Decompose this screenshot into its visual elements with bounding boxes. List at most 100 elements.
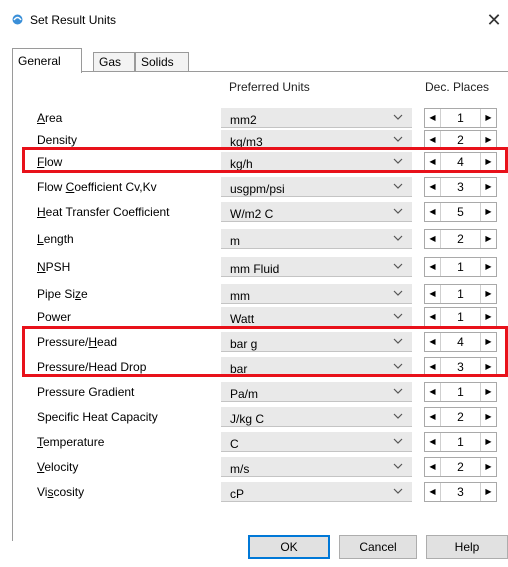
tab-general[interactable]: General	[12, 48, 82, 73]
dec-places-value[interactable]: 1	[440, 433, 481, 451]
left-arrow-icon[interactable]: ◀	[425, 203, 441, 221]
title-bar: Set Result Units ✕	[0, 0, 508, 38]
unit-dropdown[interactable]: W/m2 C	[221, 202, 412, 222]
unit-dropdown[interactable]: cP	[221, 482, 412, 502]
row-label: Velocity	[37, 460, 78, 474]
dec-places-value[interactable]: 1	[440, 109, 481, 127]
dec-places-value[interactable]: 2	[440, 230, 481, 248]
row-label-rest: emperature	[43, 435, 105, 449]
row-label-rest: ength	[43, 232, 74, 246]
unit-dropdown[interactable]: usgpm/psi	[221, 177, 412, 197]
row-label: Flow Coefficient Cv,Kv	[37, 180, 157, 194]
left-arrow-icon[interactable]: ◀	[425, 258, 441, 276]
right-arrow-icon[interactable]: ▶	[480, 383, 496, 401]
chevron-down-icon	[393, 204, 403, 221]
unit-row: NPSH mm Fluid ◀ 1 ▶	[0, 256, 508, 278]
dec-places-spinner: ◀ 2 ▶	[424, 407, 497, 427]
unit-value: cP	[230, 487, 245, 501]
unit-dropdown[interactable]: J/kg C	[221, 407, 412, 427]
dec-places-value[interactable]: 5	[440, 203, 481, 221]
right-arrow-icon[interactable]: ▶	[480, 178, 496, 196]
tab-solids[interactable]: Solids	[135, 52, 189, 72]
unit-value: usgpm/psi	[230, 182, 285, 196]
row-label-rest: rea	[45, 111, 63, 125]
chevron-down-icon	[393, 434, 403, 451]
left-arrow-icon[interactable]: ◀	[425, 308, 441, 326]
unit-row: Area mm2 ◀ 1 ▶	[0, 107, 508, 129]
right-arrow-icon[interactable]: ▶	[480, 483, 496, 501]
left-arrow-icon[interactable]: ◀	[425, 483, 441, 501]
row-label-rest: e	[81, 287, 88, 301]
right-arrow-icon[interactable]: ▶	[480, 203, 496, 221]
row-label: Specific Heat Capacity	[37, 410, 158, 424]
right-arrow-icon[interactable]: ▶	[480, 433, 496, 451]
row-label: NPSH	[37, 260, 70, 274]
unit-dropdown[interactable]: Watt	[221, 307, 412, 327]
dec-places-value[interactable]: 2	[440, 458, 481, 476]
unit-dropdown[interactable]: C	[221, 432, 412, 452]
unit-value: C	[230, 437, 239, 451]
dec-places-spinner: ◀ 1 ▶	[424, 307, 497, 327]
chevron-down-icon	[393, 309, 403, 326]
left-arrow-icon[interactable]: ◀	[425, 408, 441, 426]
row-label-rest: Pressure Gradient	[37, 385, 135, 399]
row-label: Heat Transfer Coefficient	[37, 205, 170, 219]
left-arrow-icon[interactable]: ◀	[425, 178, 441, 196]
unit-row: Power Watt ◀ 1 ▶	[0, 306, 508, 328]
dec-places-spinner: ◀ 3 ▶	[424, 177, 497, 197]
dec-places-spinner: ◀ 5 ▶	[424, 202, 497, 222]
dec-places-header: Dec. Places	[425, 80, 490, 94]
unit-value: Watt	[230, 312, 255, 326]
row-label-prefix: Vi	[37, 485, 48, 499]
unit-value: W/m2 C	[230, 207, 274, 221]
row-label-rest: Power	[37, 310, 72, 324]
unit-row: Viscosity cP ◀ 3 ▶	[0, 481, 508, 503]
right-arrow-icon[interactable]: ▶	[480, 458, 496, 476]
chevron-down-icon	[393, 231, 403, 248]
unit-row: Temperature C ◀ 1 ▶	[0, 431, 508, 453]
dec-places-value[interactable]: 1	[440, 285, 481, 303]
right-arrow-icon[interactable]: ▶	[480, 230, 496, 248]
dec-places-value[interactable]: 1	[440, 383, 481, 401]
dec-places-value[interactable]: 3	[440, 483, 481, 501]
tab-gas[interactable]: Gas	[93, 52, 135, 72]
dec-places-value[interactable]: 2	[440, 408, 481, 426]
unit-value: mm Fluid	[230, 262, 280, 276]
left-arrow-icon[interactable]: ◀	[425, 458, 441, 476]
row-label-accesskey: A	[37, 111, 46, 125]
unit-dropdown[interactable]: Pa/m	[221, 382, 412, 402]
chevron-down-icon	[393, 459, 403, 476]
left-arrow-icon[interactable]: ◀	[425, 230, 441, 248]
unit-dropdown[interactable]: m	[221, 229, 412, 249]
unit-dropdown[interactable]: mm Fluid	[221, 257, 412, 277]
window-title: Set Result Units	[30, 13, 117, 27]
chevron-down-icon	[393, 286, 403, 303]
right-arrow-icon[interactable]: ▶	[480, 109, 496, 127]
unit-dropdown[interactable]: m/s	[221, 457, 412, 477]
help-button[interactable]: Help	[426, 535, 508, 559]
unit-row: Velocity m/s ◀ 2 ▶	[0, 456, 508, 478]
dec-places-spinner: ◀ 1 ▶	[424, 108, 497, 128]
unit-row: Flow Coefficient Cv,Kv usgpm/psi ◀ 3 ▶	[0, 176, 508, 198]
dec-places-value[interactable]: 1	[440, 308, 481, 326]
dec-places-spinner: ◀ 1 ▶	[424, 257, 497, 277]
left-arrow-icon[interactable]: ◀	[425, 285, 441, 303]
right-arrow-icon[interactable]: ▶	[480, 258, 496, 276]
ok-button[interactable]: OK	[248, 535, 330, 559]
right-arrow-icon[interactable]: ▶	[480, 308, 496, 326]
left-arrow-icon[interactable]: ◀	[425, 383, 441, 401]
close-button[interactable]: ✕	[482, 8, 506, 32]
unit-value: Pa/m	[230, 387, 259, 401]
right-arrow-icon[interactable]: ▶	[480, 285, 496, 303]
cancel-button[interactable]: Cancel	[339, 535, 417, 559]
dec-places-value[interactable]: 3	[440, 178, 481, 196]
row-label: Length	[37, 232, 74, 246]
left-arrow-icon[interactable]: ◀	[425, 109, 441, 127]
unit-dropdown[interactable]: mm	[221, 284, 412, 304]
chevron-down-icon	[393, 384, 403, 401]
unit-row: Pressure Gradient Pa/m ◀ 1 ▶	[0, 381, 508, 403]
dec-places-value[interactable]: 1	[440, 258, 481, 276]
right-arrow-icon[interactable]: ▶	[480, 408, 496, 426]
unit-dropdown[interactable]: mm2	[221, 108, 412, 128]
left-arrow-icon[interactable]: ◀	[425, 433, 441, 451]
